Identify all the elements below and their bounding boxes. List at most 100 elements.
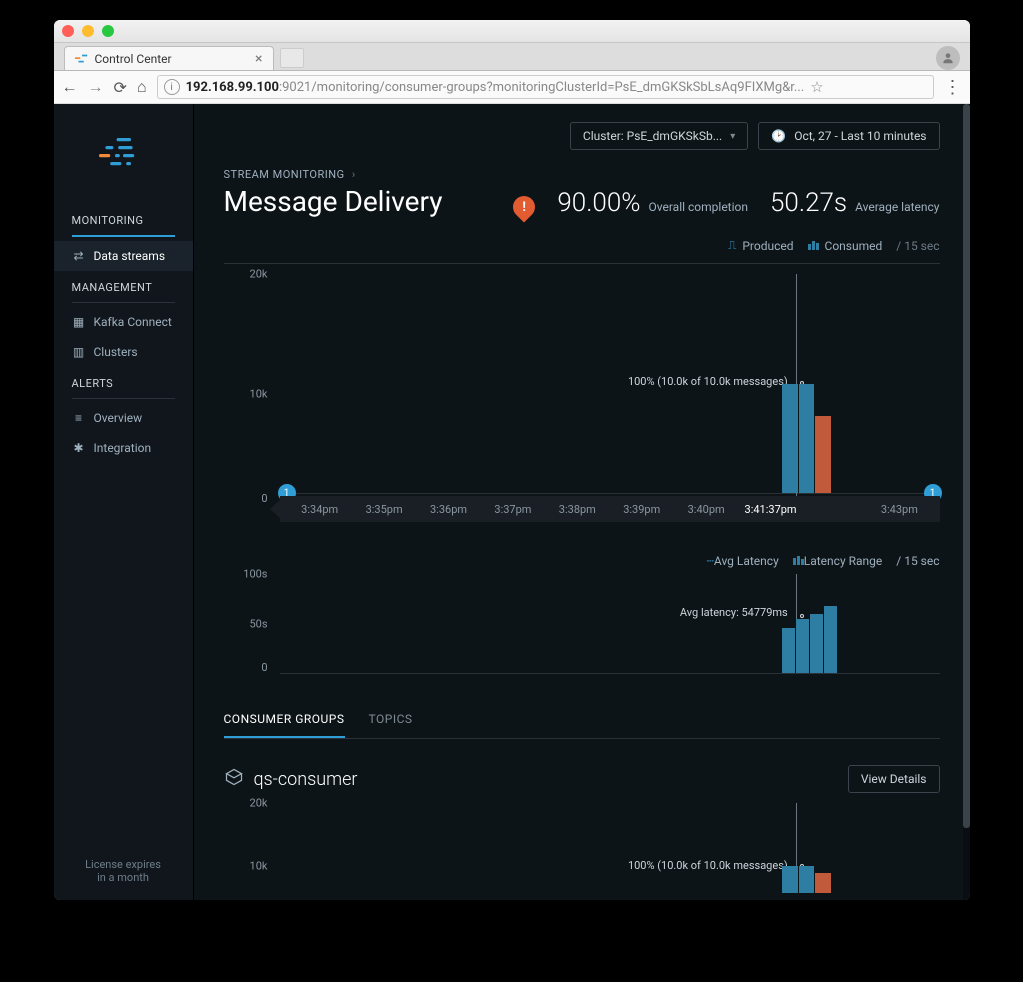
bookmark-star-icon[interactable]: ☆ xyxy=(810,78,823,96)
chart2-tooltip: Avg latency: 54779ms xyxy=(680,606,788,619)
sidebar-item-clusters[interactable]: ▥ Clusters xyxy=(72,337,175,367)
sidebar-item-label: Clusters xyxy=(94,345,138,359)
close-traffic-light[interactable] xyxy=(62,25,74,37)
tab-consumer-groups[interactable]: CONSUMER GROUPS xyxy=(224,702,345,738)
bar-consumed xyxy=(815,416,830,493)
chart3-tooltip: 100% (10.0k of 10.0k messages) xyxy=(628,859,788,872)
sidebar-item-kafka-connect[interactable]: ▦ Kafka Connect xyxy=(72,307,175,337)
axis-arrow-icon xyxy=(270,500,280,518)
breadcrumb[interactable]: STREAM MONITORING › xyxy=(224,168,940,181)
completion-label: Overall completion xyxy=(648,200,748,214)
zoom-traffic-light[interactable] xyxy=(102,25,114,37)
latency-label: Average latency xyxy=(855,200,939,214)
url-port: :9021 xyxy=(279,80,311,95)
top-controls: Cluster: PsE_dmGKSkSb... ▾ 🕑 Oct, 27 - L… xyxy=(224,104,940,168)
y-tick: 50s xyxy=(249,618,267,631)
reload-button[interactable]: ⟳ xyxy=(114,78,127,97)
x-tick: 3:35pm xyxy=(352,503,416,516)
minimize-traffic-light[interactable] xyxy=(82,25,94,37)
legend-interval: / 15 sec xyxy=(896,239,939,253)
sidebar-item-label: Kafka Connect xyxy=(94,315,172,329)
window-titlebar xyxy=(54,20,970,43)
header-stats: ! 90.00% Overall completion 50.27s Avera… xyxy=(513,188,939,218)
sidebar-section-monitoring: MONITORING xyxy=(72,214,175,237)
x-tick: 3:39pm xyxy=(610,503,674,516)
chevron-right-icon: › xyxy=(352,168,356,181)
y-tick: 20k xyxy=(250,268,268,281)
consumer-group-icon xyxy=(224,767,244,792)
sidebar-section-management: MANAGEMENT xyxy=(72,281,175,303)
scrollbar[interactable] xyxy=(963,104,970,900)
time-range-selector[interactable]: 🕑 Oct, 27 - Last 10 minutes xyxy=(758,122,939,150)
url-host: 192.168.99.100 xyxy=(186,80,279,95)
tab-favicon-icon xyxy=(75,52,89,66)
address-bar: ← → ⟳ ⌂ i 192.168.99.100 :9021 /monitori… xyxy=(54,71,970,104)
consumer-name-label: qs-consumer xyxy=(254,769,358,790)
legend-consumed: Consumed xyxy=(808,239,883,253)
bar-produced xyxy=(799,866,814,893)
new-tab-button[interactable] xyxy=(280,48,304,68)
chart1-legend: ⎍Produced Consumed / 15 sec xyxy=(224,238,940,264)
tab-title: Control Center xyxy=(95,52,172,66)
url-field[interactable]: i 192.168.99.100 :9021 /monitoring/consu… xyxy=(157,75,934,99)
y-tick: 0 xyxy=(261,661,267,674)
latency-value: 50.27s xyxy=(770,188,847,218)
bar-produced xyxy=(782,384,797,494)
clock-icon: 🕑 xyxy=(771,129,786,143)
profile-avatar-icon[interactable] xyxy=(936,46,960,70)
page-title: Message Delivery xyxy=(224,185,443,218)
scrollbar-thumb[interactable] xyxy=(963,104,970,828)
browser-window: Control Center × ← → ⟳ ⌂ i 192.168.99.10… xyxy=(54,20,970,900)
sidebar-item-integration[interactable]: ✱ Integration xyxy=(72,433,175,463)
bar-latency xyxy=(796,619,809,673)
bar-latency xyxy=(782,628,795,673)
x-tick: 3:36pm xyxy=(416,503,480,516)
section-tabs: CONSUMER GROUPS TOPICS xyxy=(224,702,940,739)
bar-latency xyxy=(810,614,823,673)
browser-tabs-bar: Control Center × xyxy=(54,43,970,71)
chart2-legend: ┄Avg Latency Latency Range / 15 sec xyxy=(224,554,940,568)
stat-completion: 90.00% Overall completion xyxy=(557,188,748,218)
x-tick: 3:40pm xyxy=(674,503,738,516)
view-details-button[interactable]: View Details xyxy=(848,765,940,793)
sidebar-item-overview[interactable]: ≡ Overview xyxy=(72,403,175,433)
home-button[interactable]: ⌂ xyxy=(137,77,147,97)
chart2-plot: Avg latency: 54779ms xyxy=(280,574,940,674)
bar-produced xyxy=(782,866,797,893)
overview-icon: ≡ xyxy=(72,411,86,425)
latency-chart[interactable]: 100s 50s 0 Avg latency: 54779ms xyxy=(224,574,940,674)
y-tick: 10k xyxy=(250,388,268,401)
messages-chart[interactable]: 20k 10k 0 100% (10.0k of 10.0k messages)… xyxy=(224,274,940,514)
legend-latency-range: Latency Range xyxy=(793,554,883,568)
browser-tab[interactable]: Control Center × xyxy=(64,46,274,70)
y-tick: 10k xyxy=(250,860,268,873)
sidebar-item-label: Data streams xyxy=(94,249,166,263)
license-notice: License expires in a month xyxy=(54,842,193,900)
x-tick: 3:37pm xyxy=(481,503,545,516)
confluent-logo-icon xyxy=(54,104,193,204)
forward-button[interactable]: → xyxy=(88,77,104,97)
legend-avg-latency: ┄Avg Latency xyxy=(707,554,779,568)
sidebar-section-alerts: ALERTS xyxy=(72,377,175,399)
chart1-plot: 100% (10.0k of 10.0k messages) 1 1 xyxy=(280,274,940,494)
back-button[interactable]: ← xyxy=(62,77,78,97)
tab-topics[interactable]: TOPICS xyxy=(369,702,413,738)
sidebar: MONITORING ⇄ Data streams MANAGEMENT ▦ K… xyxy=(54,104,194,900)
consumer-chart[interactable]: 20k 10k 100% (10.0k of 10.0k messages) xyxy=(224,803,940,893)
site-info-icon[interactable]: i xyxy=(164,79,180,95)
x-axis: 3:34pm 3:35pm 3:36pm 3:37pm 3:38pm 3:39p… xyxy=(280,496,940,522)
browser-menu-button[interactable]: ⋮ xyxy=(944,77,962,98)
url-path: /monitoring/consumer-groups?monitoringCl… xyxy=(311,80,804,95)
main-panel: Cluster: PsE_dmGKSkSb... ▾ 🕑 Oct, 27 - L… xyxy=(194,104,970,900)
completion-value: 90.00% xyxy=(557,188,640,218)
sidebar-item-label: Overview xyxy=(94,411,143,425)
clusters-icon: ▥ xyxy=(72,345,86,359)
cluster-selector[interactable]: Cluster: PsE_dmGKSkSb... ▾ xyxy=(570,122,748,150)
x-tick: 3:38pm xyxy=(545,503,609,516)
consumer-group-row: qs-consumer View Details xyxy=(224,765,940,793)
legend-produced: ⎍Produced xyxy=(728,238,794,253)
close-tab-icon[interactable]: × xyxy=(255,51,262,67)
sidebar-item-data-streams[interactable]: ⇄ Data streams xyxy=(54,241,193,271)
chart1-tooltip: 100% (10.0k of 10.0k messages) xyxy=(628,375,788,388)
y-tick: 0 xyxy=(261,492,267,505)
